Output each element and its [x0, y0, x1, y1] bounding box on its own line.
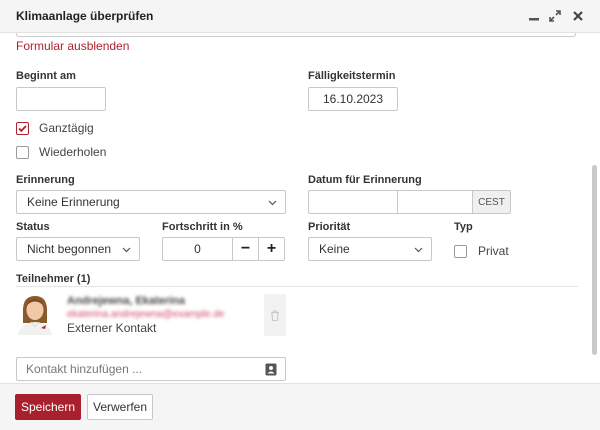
type-label: Typ: [454, 221, 473, 233]
chevron-down-icon: [414, 247, 423, 253]
due-date-label: Fälligkeitstermin: [308, 70, 396, 82]
reminder-date-label: Datum für Erinnerung: [308, 174, 422, 186]
discard-button[interactable]: Verwerfen: [87, 394, 153, 420]
reminder-label: Erinnerung: [16, 174, 75, 186]
timezone-label[interactable]: CEST: [472, 190, 511, 214]
collapsed-field-edge: [16, 33, 576, 37]
hide-form-link[interactable]: Formular ausblenden: [16, 39, 129, 53]
expand-icon[interactable]: [545, 6, 565, 26]
save-button[interactable]: Speichern: [15, 394, 81, 420]
status-value: Nicht begonnen: [27, 242, 112, 256]
add-contact-placeholder: Kontakt hinzufügen ...: [26, 362, 143, 376]
close-icon[interactable]: [568, 6, 588, 26]
private-label: Privat: [478, 244, 509, 258]
due-date-input[interactable]: 16.10.2023: [308, 87, 398, 111]
repeat-label: Wiederholen: [39, 145, 107, 159]
avatar: [18, 296, 52, 335]
progress-increment-button[interactable]: +: [258, 237, 285, 261]
status-label: Status: [16, 221, 50, 233]
progress-decrement-button[interactable]: −: [232, 237, 259, 261]
priority-select[interactable]: Keine: [308, 237, 432, 261]
reminder-date-input[interactable]: [308, 190, 398, 214]
priority-label: Priorität: [308, 221, 351, 233]
window-title: Klimaanlage überprüfen: [16, 9, 154, 23]
private-checkbox[interactable]: [454, 245, 467, 258]
reminder-time-input[interactable]: [397, 190, 473, 214]
add-contact-input[interactable]: Kontakt hinzufügen ...: [16, 357, 286, 381]
status-select[interactable]: Nicht begonnen: [16, 237, 140, 261]
window-titlebar: Klimaanlage überprüfen: [0, 0, 600, 33]
chevron-down-icon: [122, 247, 131, 253]
start-date-input[interactable]: [16, 87, 106, 111]
progress-label: Fortschritt in %: [162, 221, 243, 233]
trash-icon: [271, 309, 279, 321]
participant-name: Andrejewna, Ekaterina: [67, 295, 185, 307]
participants-divider: [16, 286, 578, 287]
participants-header: Teilnehmer (1): [16, 273, 91, 285]
reminder-value: Keine Erinnerung: [27, 195, 120, 209]
start-date-label: Beginnt am: [16, 70, 76, 82]
address-book-icon[interactable]: [265, 363, 277, 376]
remove-participant-button[interactable]: [264, 294, 286, 336]
minimize-icon[interactable]: [524, 6, 544, 26]
progress-input[interactable]: 0: [162, 237, 233, 261]
all-day-label: Ganztägig: [39, 121, 94, 135]
form-content: Formular ausblenden Beginnt am Fälligkei…: [0, 33, 600, 383]
scrollbar[interactable]: [592, 165, 597, 355]
participant-email: ekaterina.andrejewna@example.de: [67, 309, 225, 320]
repeat-checkbox[interactable]: [16, 146, 29, 159]
dialog-footer: Speichern Verwerfen: [0, 383, 600, 430]
chevron-down-icon: [268, 200, 277, 206]
participant-type: Externer Kontakt: [67, 321, 157, 335]
all-day-checkbox[interactable]: [16, 122, 29, 135]
reminder-select[interactable]: Keine Erinnerung: [16, 190, 286, 214]
priority-value: Keine: [319, 242, 350, 256]
